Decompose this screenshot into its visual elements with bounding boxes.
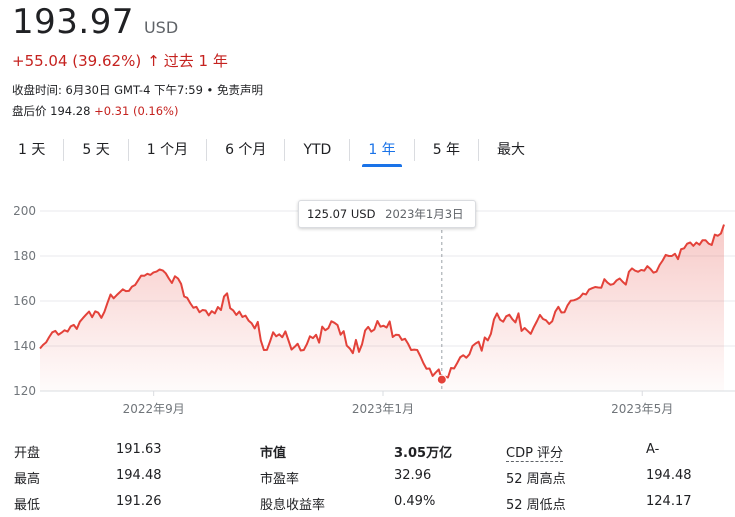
- tab-range-0[interactable]: 1 天: [8, 136, 55, 164]
- tab-range-7[interactable]: 最大: [487, 136, 535, 164]
- tab-separator: [284, 139, 286, 161]
- after-hours: 盘后价 194.28 +0.31 (0.16%): [12, 103, 178, 119]
- stat-label-open: 开盘: [14, 446, 41, 461]
- stat-label-cdp[interactable]: CDP 评分: [506, 442, 564, 462]
- stat-value-52w-high: 194.48: [646, 468, 692, 483]
- currency-label: USD: [143, 18, 179, 37]
- tab-separator: [478, 139, 480, 161]
- current-price: 193.97: [12, 2, 134, 42]
- tab-separator: [349, 139, 351, 161]
- y-tick-label: 180: [13, 249, 36, 263]
- stat-value-yield: 0.49%: [394, 494, 436, 509]
- price-change: +55.04 (39.62%) ↑ 过去 1 年: [12, 50, 228, 71]
- arrow-up-icon: ↑: [147, 51, 160, 70]
- change-period: 过去 1 年: [163, 52, 228, 70]
- hover-marker: [436, 374, 447, 385]
- chart-tooltip: 125.07 USD 2023年1月3日: [298, 200, 476, 228]
- tab-range-1[interactable]: 5 天: [72, 136, 119, 164]
- y-tick-label: 200: [13, 204, 36, 218]
- change-value: +55.04 (39.62%): [12, 51, 142, 70]
- stat-value-52w-low: 124.17: [646, 494, 692, 509]
- stat-value-cdp: A-: [646, 442, 660, 457]
- close-time: 收盘时间: 6月30日 GMT-4 下午7:59 • 免责声明: [12, 83, 263, 97]
- x-tick-label: 2023年5月: [611, 402, 673, 416]
- stat-value-low: 191.26: [116, 494, 162, 509]
- tab-range-4[interactable]: YTD: [293, 136, 341, 164]
- after-hours-price: 194.28: [50, 104, 91, 118]
- x-tick-label: 2023年1月: [352, 402, 414, 416]
- y-tick-label: 160: [13, 294, 36, 308]
- price-area: [40, 224, 724, 391]
- x-tick-label: 2022年9月: [123, 402, 185, 416]
- tab-range-6[interactable]: 5 年: [423, 136, 470, 164]
- after-hours-change: +0.31 (0.16%): [94, 104, 179, 118]
- stat-label-52w-high: 52 周高点: [506, 472, 566, 487]
- after-hours-label: 盘后价: [12, 104, 47, 118]
- tooltip-date: 2023年1月3日: [385, 207, 464, 221]
- y-tick-label: 140: [13, 339, 36, 353]
- stat-label-mktcap: 市值: [260, 446, 287, 461]
- stat-value-mktcap: 3.05万亿: [394, 446, 453, 461]
- stat-label-pe: 市盈率: [260, 472, 300, 487]
- stat-value-open: 191.63: [116, 442, 162, 457]
- range-tabs: 1 天 5 天 1 个月 6 个月 YTD 1 年 5 年最大: [0, 136, 735, 167]
- tooltip-value: 125.07 USD: [307, 207, 376, 221]
- stat-label-low: 最低: [14, 498, 41, 513]
- y-tick-label: 120: [13, 384, 36, 398]
- tab-separator: [127, 139, 129, 161]
- stat-label-high: 最高: [14, 472, 41, 487]
- tab-range-2[interactable]: 1 个月: [137, 136, 198, 164]
- stat-label-yield: 股息收益率: [260, 498, 326, 513]
- stat-value-pe: 32.96: [394, 468, 432, 483]
- tab-range-5[interactable]: 1 年: [358, 136, 405, 167]
- stat-label-52w-low: 52 周低点: [506, 498, 566, 513]
- tab-separator: [413, 139, 415, 161]
- price-header: 193.97 USD: [12, 2, 178, 42]
- tab-separator: [63, 139, 65, 161]
- stat-value-high: 194.48: [116, 468, 162, 483]
- tab-separator: [206, 139, 208, 161]
- tab-range-3[interactable]: 6 个月: [215, 136, 276, 164]
